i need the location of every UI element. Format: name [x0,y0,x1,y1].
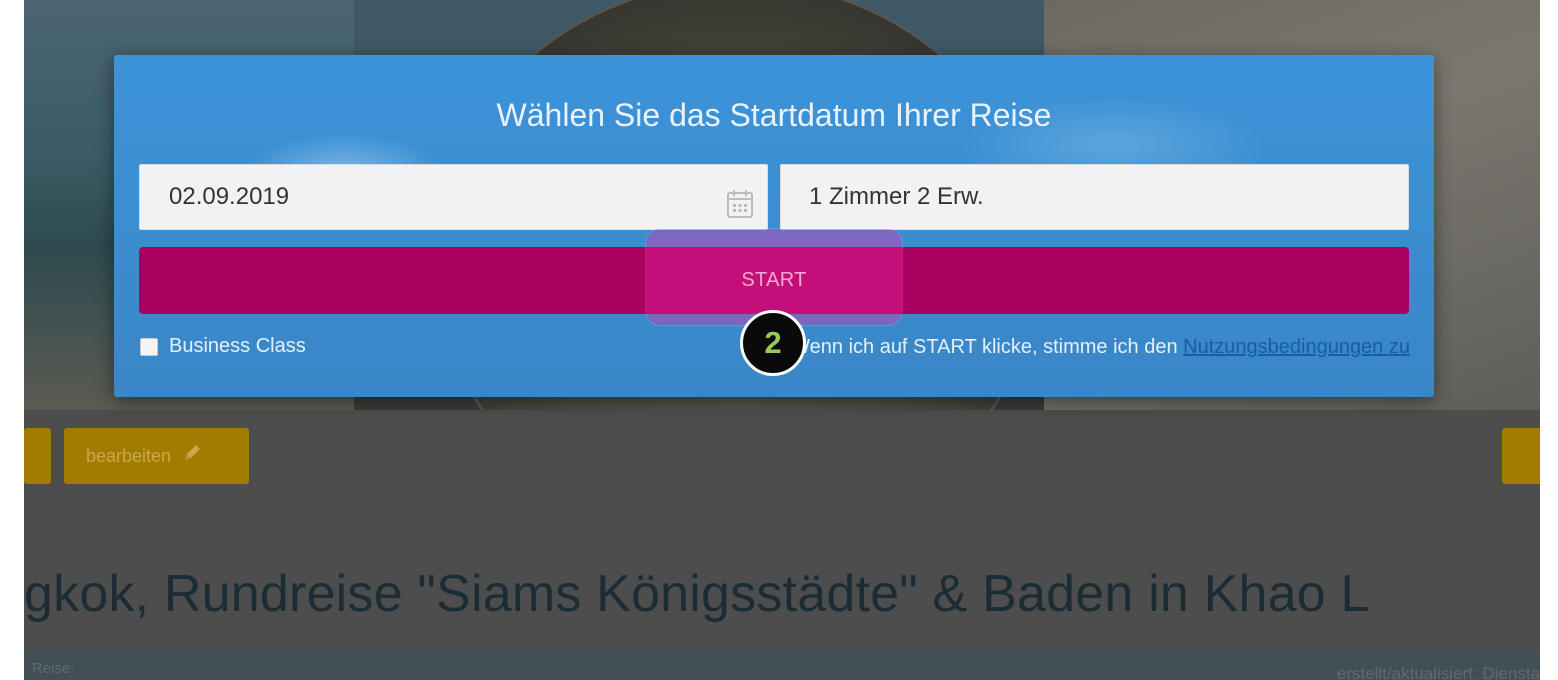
step-number-badge: 2 [740,310,806,376]
business-class-checkbox[interactable] [140,338,158,356]
start-date-field[interactable]: 02.09.2019 [139,164,768,230]
rooms-guests-field[interactable]: 1 Zimmer 2 Erw. [780,164,1409,230]
terms-notice: Wenn ich auf START klicke, stimme ich de… [791,336,1410,359]
rooms-guests-value: 1 Zimmer 2 Erw. [809,183,984,210]
print-button[interactable] [1502,428,1540,484]
left-margin [0,0,24,680]
business-class-label[interactable]: Business Class [169,335,306,358]
page-title: gkok, Rundreise "Siams Königsstädte" & B… [24,565,1370,623]
start-date-value: 02.09.2019 [169,183,290,210]
calendar-icon[interactable] [725,181,755,218]
info-bar: Reise: erstellt/aktualisiert: Diensta [24,650,1540,680]
updated-label: erstellt/aktualisiert: Diensta [1336,664,1540,680]
edit-button-label: bearbeiten [86,446,172,466]
terms-text: Wenn ich auf START klicke, stimme ich de… [791,336,1184,358]
info-left-label: Reise: [32,660,75,677]
modal-title: Wählen Sie das Startdatum Ihrer Reise [496,97,1052,133]
pencil-icon [182,429,202,485]
terms-link[interactable]: Nutzungsbedingungen zu [1183,336,1410,358]
partial-action-button[interactable] [24,428,51,484]
right-margin [1540,0,1558,680]
edit-button[interactable]: bearbeiten [64,428,249,484]
